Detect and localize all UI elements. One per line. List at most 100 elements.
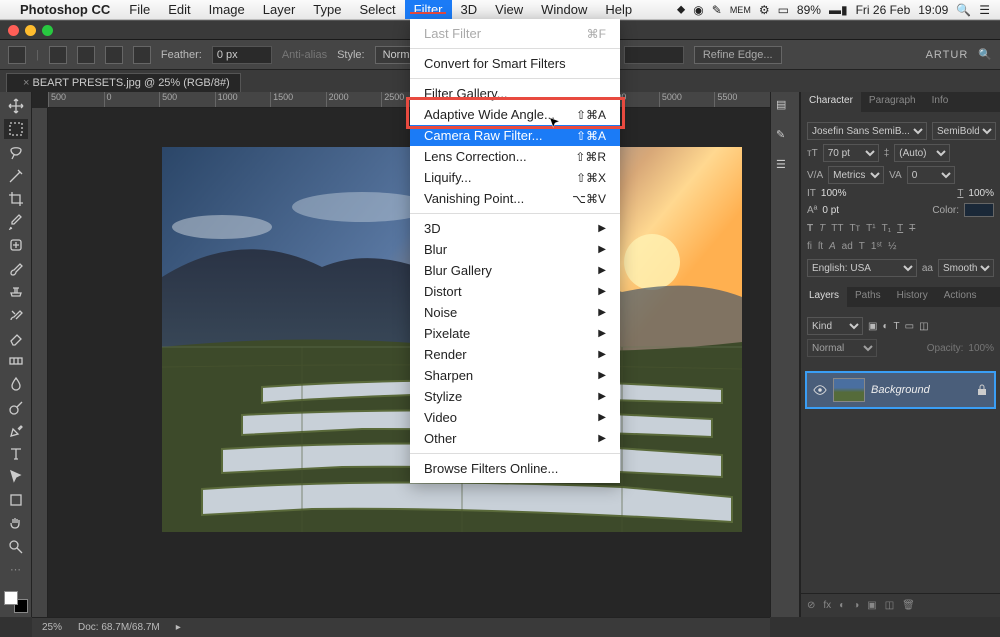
workspace-name[interactable]: ARTUR [926, 49, 969, 61]
text-color-swatch[interactable] [964, 203, 994, 217]
clone-stamp-tool[interactable] [4, 282, 28, 302]
layer-background[interactable]: Background [805, 371, 996, 409]
move-tool[interactable] [4, 96, 28, 116]
filter-smart-icon[interactable]: ◫ [919, 321, 928, 332]
menu-layer[interactable]: Layer [254, 0, 305, 19]
zoom-level[interactable]: 25% [42, 622, 62, 633]
eraser-tool[interactable] [4, 328, 28, 348]
pen-tool[interactable] [4, 421, 28, 441]
bold-button[interactable]: T [807, 223, 813, 235]
tab-history[interactable]: History [889, 287, 936, 307]
shape-tool[interactable] [4, 490, 28, 510]
underline-button[interactable]: T [897, 223, 903, 235]
menu-edit[interactable]: Edit [159, 0, 199, 19]
anti-alias-checkbox[interactable]: Anti-alias [282, 49, 327, 61]
layer-name[interactable]: Background [871, 384, 970, 396]
menu-list-icon[interactable]: ☰ [979, 3, 990, 17]
magic-wand-tool[interactable] [4, 166, 28, 186]
hand-tool[interactable] [4, 513, 28, 533]
menu-browse-filters[interactable]: Browse Filters Online... [410, 458, 620, 479]
cc-icon[interactable]: ◉ [693, 3, 703, 17]
submenu-blur[interactable]: Blur▶ [410, 239, 620, 260]
adjustments-icon[interactable]: ☰ [776, 158, 794, 176]
feather-input[interactable] [212, 46, 272, 64]
hscale-value[interactable]: 100% [968, 188, 994, 199]
battery-icon[interactable]: ▬▮ [829, 3, 848, 17]
filter-pixel-icon[interactable]: ▣ [868, 321, 877, 332]
filter-adjust-icon[interactable]: ◐ [882, 321, 888, 332]
menu-image[interactable]: Image [200, 0, 254, 19]
smallcaps-button[interactable]: Tᴛ [849, 223, 860, 235]
subscript-button[interactable]: T₁ [882, 223, 891, 235]
lock-icon[interactable] [976, 384, 988, 396]
refine-edge-button[interactable]: Refine Edge... [694, 46, 782, 64]
antialiasing-select[interactable]: Smooth [938, 259, 994, 277]
menu-3d[interactable]: 3D [452, 0, 487, 19]
app-name[interactable]: Photoshop CC [20, 2, 110, 17]
italic-button[interactable]: T [819, 223, 825, 235]
close-window-button[interactable] [8, 25, 19, 36]
display-icon[interactable]: ▭ [778, 3, 789, 17]
submenu-noise[interactable]: Noise▶ [410, 302, 620, 323]
crop-tool[interactable] [4, 189, 28, 209]
menu-lens-correction[interactable]: Lens Correction...⇧⌘R [410, 146, 620, 167]
menu-type[interactable]: Type [304, 0, 350, 19]
marquee-tool[interactable] [4, 119, 28, 139]
language-select[interactable]: English: USA [807, 259, 917, 277]
menu-filter-gallery[interactable]: Filter Gallery... [410, 83, 620, 104]
dropbox-icon[interactable]: ⬥ [677, 2, 685, 17]
menu-file[interactable]: File [120, 0, 159, 19]
group-icon[interactable]: ▣ [867, 600, 876, 611]
path-select-tool[interactable] [4, 467, 28, 487]
menu-convert-smart[interactable]: Convert for Smart Filters [410, 53, 620, 74]
layer-thumbnail[interactable] [833, 378, 865, 402]
submenu-blur-gallery[interactable]: Blur Gallery▶ [410, 260, 620, 281]
adjustment-layer-icon[interactable]: ◑ [853, 600, 859, 611]
tab-layers[interactable]: Layers [801, 287, 847, 307]
menu-view[interactable]: View [486, 0, 532, 19]
menu-vanishing-point[interactable]: Vanishing Point...⌥⌘V [410, 188, 620, 209]
tracking-select[interactable]: 0 [907, 166, 955, 184]
opacity-value[interactable]: 100% [968, 343, 994, 354]
superscript-button[interactable]: T¹ [866, 223, 875, 235]
glyphs-icon[interactable]: ▤ [776, 98, 794, 116]
blend-mode-select[interactable]: Normal [807, 339, 877, 357]
spotlight-icon[interactable]: 🔍 [956, 3, 971, 17]
visibility-icon[interactable] [813, 383, 827, 397]
leading-select[interactable]: (Auto) [894, 144, 950, 162]
submenu-3d[interactable]: 3D▶ [410, 218, 620, 239]
font-family-select[interactable]: Josefin Sans SemiB... [807, 122, 927, 140]
menu-liquify[interactable]: Liquify...⇧⌘X [410, 167, 620, 188]
color-swatch[interactable] [4, 591, 28, 613]
edit-toolbar[interactable]: ⋯ [4, 560, 28, 580]
type-tool[interactable] [4, 444, 28, 464]
new-layer-icon[interactable]: ◫ [885, 600, 894, 611]
tab-paths[interactable]: Paths [847, 287, 889, 307]
menu-select[interactable]: Select [350, 0, 404, 19]
filter-shape-icon[interactable]: ▭ [905, 321, 914, 332]
filter-type-icon[interactable]: T [894, 321, 900, 332]
allcaps-button[interactable]: TT [831, 223, 843, 235]
document-tab[interactable]: × BEART PRESETS.jpg @ 25% (RGB/8#) [6, 73, 241, 92]
tab-info[interactable]: Info [924, 92, 957, 112]
tab-actions[interactable]: Actions [936, 287, 985, 307]
kerning-select[interactable]: Metrics [828, 166, 884, 184]
vscale-value[interactable]: 100% [821, 188, 847, 199]
brush-tool[interactable] [4, 258, 28, 278]
font-size-select[interactable]: 70 pt [823, 144, 879, 162]
lasso-tool[interactable] [4, 142, 28, 162]
marquee-mode4-icon[interactable] [133, 46, 151, 64]
mask-icon[interactable]: ◐ [839, 600, 845, 611]
tab-character[interactable]: Character [801, 92, 861, 112]
menu-camera-raw-filter[interactable]: Camera Raw Filter...⇧⌘A [410, 125, 620, 146]
menu-help[interactable]: Help [596, 0, 641, 19]
marquee-mode2-icon[interactable] [77, 46, 95, 64]
spot-heal-tool[interactable] [4, 235, 28, 255]
submenu-video[interactable]: Video▶ [410, 407, 620, 428]
submenu-sharpen[interactable]: Sharpen▶ [410, 365, 620, 386]
tab-paragraph[interactable]: Paragraph [861, 92, 924, 112]
zoom-tool[interactable] [4, 537, 28, 557]
submenu-distort[interactable]: Distort▶ [410, 281, 620, 302]
dodge-tool[interactable] [4, 397, 28, 417]
fx-icon[interactable]: fx [823, 600, 831, 611]
